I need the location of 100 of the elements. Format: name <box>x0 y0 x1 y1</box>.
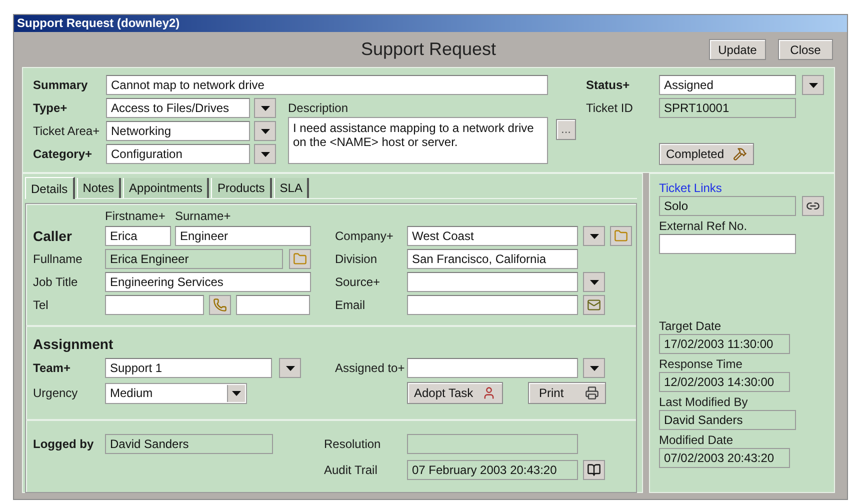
form-title: Support Request <box>360 39 496 60</box>
text-field[interactable]: Assigned <box>659 75 796 95</box>
book-button[interactable] <box>583 460 605 480</box>
field-label: Ticket ID <box>586 101 633 115</box>
tab[interactable]: SLA <box>274 178 310 198</box>
tab[interactable]: Products <box>211 178 272 198</box>
completed-button[interactable]: Completed <box>659 143 754 165</box>
folder-button[interactable] <box>610 226 632 246</box>
text-field[interactable]: 12/02/2003 14:30:00 <box>659 372 790 392</box>
urgency-select[interactable]: Medium <box>105 382 247 404</box>
field-label: Assigned to+ <box>335 361 402 375</box>
email-button[interactable] <box>583 295 605 315</box>
field-label: Source+ <box>335 275 382 289</box>
folder-icon <box>293 252 307 266</box>
caret-icon <box>232 390 241 396</box>
text-field[interactable]: Networking <box>106 121 250 141</box>
field-label: Team+ <box>33 361 72 375</box>
close-button[interactable]: Close <box>778 39 833 60</box>
field-label: Logged by <box>33 437 95 451</box>
folder-icon <box>614 229 628 243</box>
text-field[interactable] <box>236 295 310 315</box>
field-label: Tel <box>33 298 50 312</box>
dropdown-button[interactable] <box>279 358 301 378</box>
field-label: Email <box>335 298 366 312</box>
text-field[interactable] <box>659 234 796 254</box>
section-title: Assignment <box>33 336 114 352</box>
caret-icon <box>808 82 818 88</box>
field-label: Company+ <box>335 229 394 243</box>
person-icon <box>482 386 496 400</box>
hammer-icon <box>733 147 747 161</box>
caret-icon <box>260 106 270 110</box>
text-field[interactable]: Solo <box>659 196 796 216</box>
phone-icon <box>213 298 227 312</box>
field-label: Job Title <box>33 275 79 289</box>
section-title: Caller <box>33 228 73 244</box>
text-field[interactable] <box>407 358 578 378</box>
field-label: Status+ <box>586 78 630 92</box>
folder-button[interactable] <box>289 249 311 269</box>
update-button[interactable]: Update <box>709 39 766 60</box>
ticket-links-link[interactable]: Ticket Links <box>659 181 834 196</box>
field-label: Summary <box>33 78 88 92</box>
field-label: Audit Trail <box>324 463 378 477</box>
dropdown-button[interactable] <box>254 144 276 164</box>
field-label: Division <box>335 252 378 266</box>
text-field[interactable]: Engineer <box>175 226 311 246</box>
adopt-task-button[interactable]: Adopt Task <box>407 382 503 404</box>
text-field[interactable]: San Francisco, California <box>407 249 578 269</box>
text-field[interactable]: 17/02/2003 11:30:00 <box>659 334 790 354</box>
text-field[interactable]: West Coast <box>407 226 578 246</box>
tab[interactable]: Notes <box>76 178 122 198</box>
field-label: Response Time <box>659 357 744 372</box>
field-label: Resolution <box>324 437 382 451</box>
caret-icon <box>590 366 598 370</box>
text-field[interactable]: Erica Engineer <box>105 249 283 269</box>
text-field[interactable]: SPRT10001 <box>659 98 796 118</box>
field-label: Type+ <box>33 101 68 115</box>
description-field[interactable]: I need assistance mapping to a network drive on the <NAME> host or server. <box>288 117 548 164</box>
field-label: Fullname <box>33 252 84 266</box>
text-field[interactable]: Cannot map to network drive <box>106 75 548 95</box>
text-field[interactable] <box>407 434 578 454</box>
dropdown-button[interactable] <box>583 358 605 378</box>
text-field[interactable]: Support 1 <box>105 358 272 378</box>
book-icon <box>587 463 601 477</box>
dropdown-button[interactable] <box>802 75 824 95</box>
dropdown-button[interactable] <box>254 98 276 118</box>
text-field[interactable] <box>407 295 578 315</box>
print-button[interactable]: Print <box>528 382 606 404</box>
dropdown-button[interactable] <box>583 226 605 246</box>
text-field[interactable]: 07/02/2003 20:43:20 <box>659 448 790 468</box>
field-label: Category+ <box>33 147 92 161</box>
field-label: Description <box>288 101 348 115</box>
dropdown-button[interactable] <box>254 121 276 141</box>
field-label: Surname+ <box>175 209 231 223</box>
text-field[interactable]: David Sanders <box>105 434 273 454</box>
caret-icon <box>260 152 270 156</box>
text-field[interactable]: Configuration <box>106 144 250 164</box>
caret-icon <box>260 128 270 134</box>
more-button[interactable]: ... <box>556 118 576 140</box>
link-button[interactable] <box>802 196 824 216</box>
text-field[interactable]: Engineering Services <box>105 272 311 292</box>
text-field[interactable]: David Sanders <box>659 410 796 430</box>
field-label: External Ref No. <box>659 219 748 234</box>
tab[interactable]: Details <box>25 177 75 199</box>
caret-icon <box>590 280 598 284</box>
field-label: Modified Date <box>659 433 734 448</box>
text-field[interactable] <box>407 272 578 292</box>
field-label: Last Modified By <box>659 395 749 410</box>
phone-button[interactable] <box>209 295 231 315</box>
text-field[interactable] <box>105 295 204 315</box>
text-field[interactable]: 07 February 2003 20:43:20 <box>407 460 578 480</box>
dropdown-button[interactable] <box>583 272 605 292</box>
text-field[interactable]: Access to Files/Drives <box>106 98 250 118</box>
caret-icon <box>590 234 598 238</box>
field-label: Urgency <box>33 386 79 400</box>
field-label: Target Date <box>659 319 722 334</box>
tab[interactable]: Appointments <box>123 178 210 198</box>
caret-icon <box>286 366 294 370</box>
text-field[interactable]: Erica <box>105 226 171 246</box>
printer-icon <box>585 386 599 400</box>
window-title: Support Request (downley2) <box>14 15 847 32</box>
